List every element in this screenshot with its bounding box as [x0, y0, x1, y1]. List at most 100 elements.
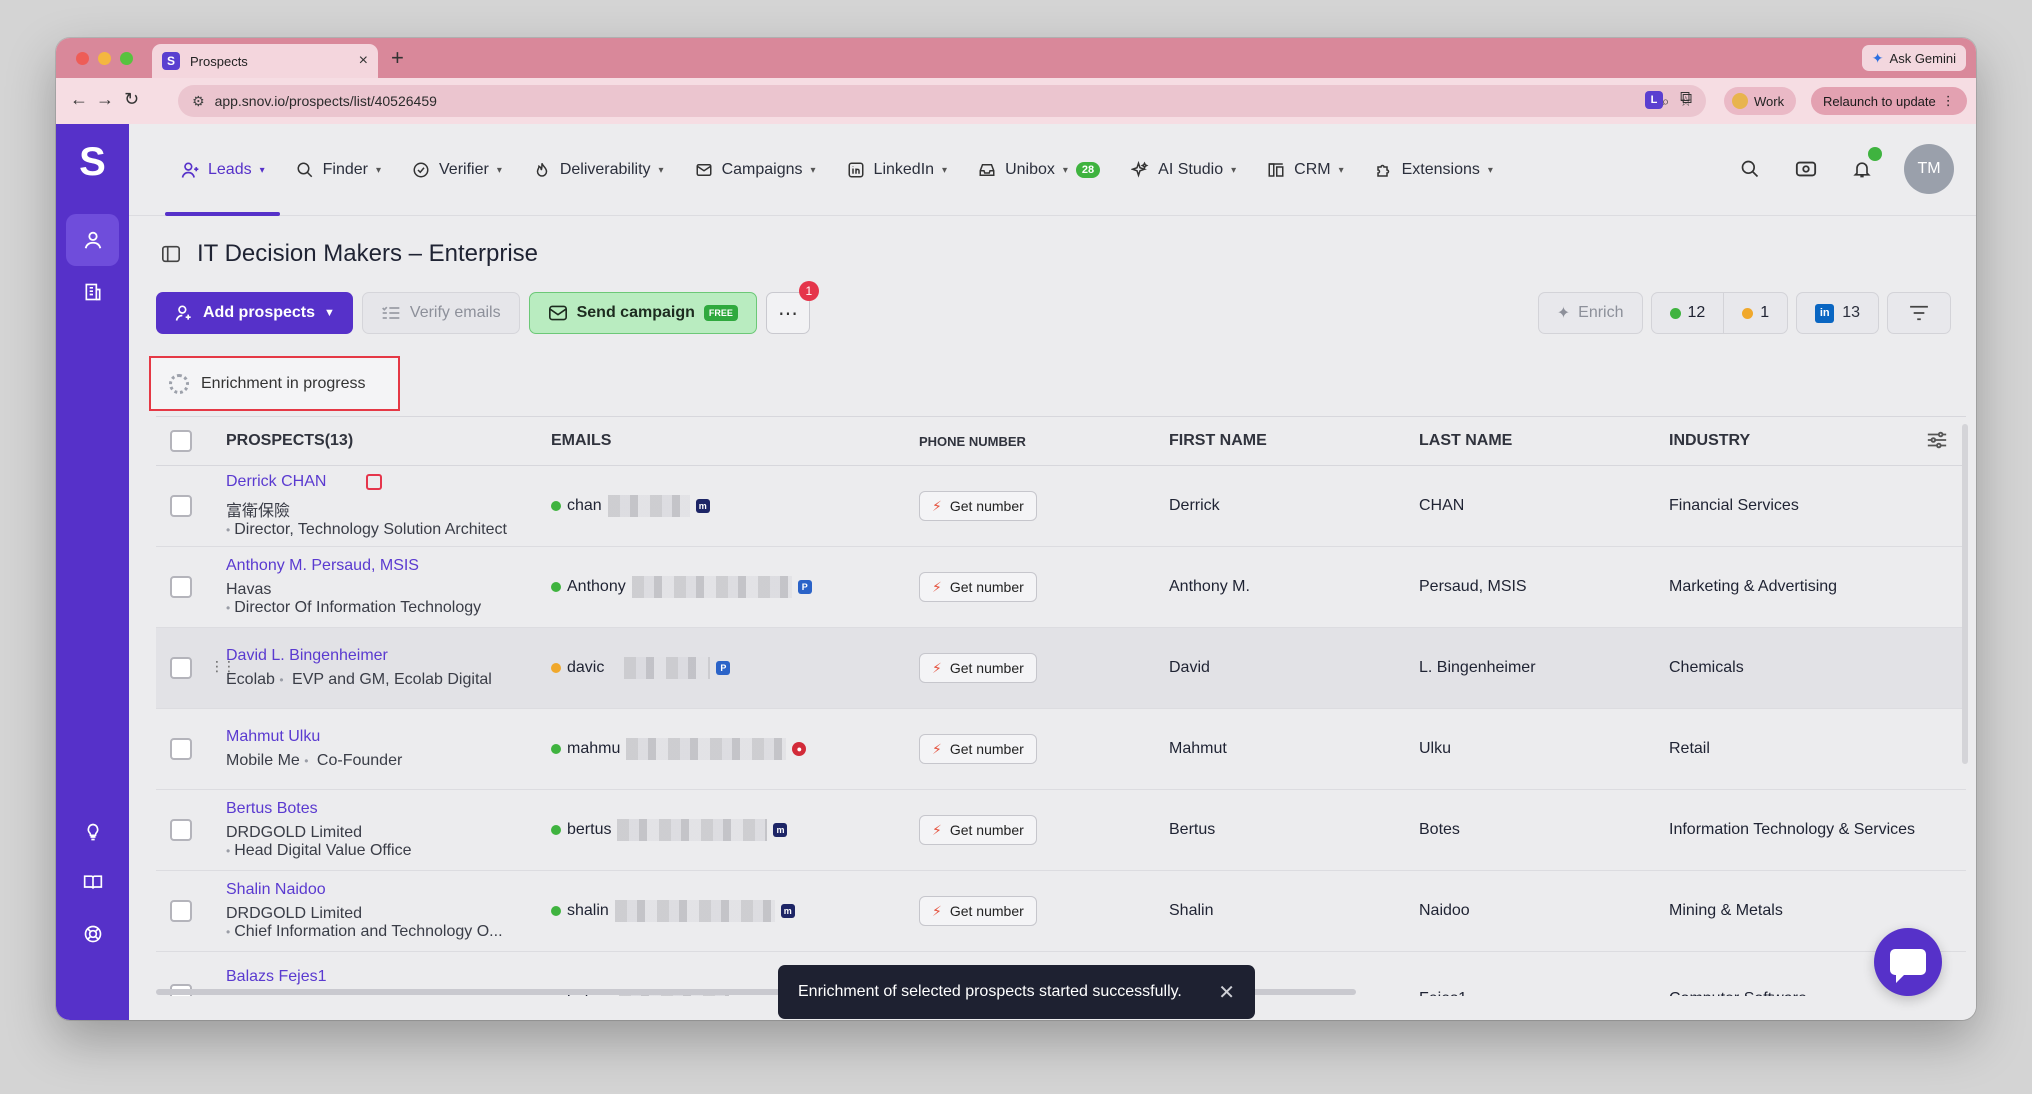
new-tab-button[interactable]: + — [391, 45, 404, 71]
site-settings-icon[interactable]: ⚙ — [192, 93, 205, 110]
chat-support-button[interactable] — [1874, 928, 1942, 996]
column-settings-icon[interactable] — [1926, 430, 1948, 453]
header-last-name[interactable]: LAST NAME — [1419, 432, 1669, 450]
bell-icon[interactable] — [1848, 147, 1882, 183]
nav-finder[interactable]: Finder ▾ — [280, 124, 396, 216]
snov-logo[interactable]: S — [56, 140, 129, 185]
row-checkbox[interactable] — [170, 576, 192, 598]
email-cell[interactable]: chan m — [551, 495, 919, 517]
sidebar-item-help[interactable] — [66, 908, 119, 960]
nav-campaigns[interactable]: Campaigns ▾ — [679, 124, 831, 216]
close-window-button[interactable] — [76, 52, 89, 65]
header-emails[interactable]: EMAILS — [551, 432, 919, 450]
search-icon[interactable] — [1736, 155, 1764, 183]
table-row[interactable]: Derrick CHAN 富衛保險 • Director, Technology … — [156, 466, 1966, 547]
forward-arrow-icon[interactable]: → — [96, 89, 114, 110]
get-number-button[interactable]: ⚡ Get number — [919, 491, 1037, 521]
chevron-down-icon: ▾ — [810, 164, 816, 176]
select-all-checkbox[interactable] — [170, 430, 192, 452]
header-phone[interactable]: PHONE NUMBER — [919, 434, 1169, 449]
vertical-scrollbar[interactable] — [1962, 424, 1968, 764]
filter-button[interactable] — [1887, 292, 1951, 334]
unverified-emails-filter[interactable]: 1 — [1723, 293, 1787, 333]
row-checkbox[interactable] — [170, 819, 192, 841]
prospect-name[interactable]: Balazs Fejes1 — [226, 968, 551, 986]
verify-emails-button[interactable]: Verify emails — [361, 292, 520, 334]
prospect-name[interactable]: Anthony M. Persaud, MSIS — [226, 557, 551, 575]
prospect-cell: Balazs Fejes1 — [226, 968, 551, 986]
extension-l-icon[interactable]: L — [1645, 91, 1663, 109]
close-icon[interactable]: ✕ — [1218, 980, 1235, 1005]
email-cell[interactable]: mahmu ● — [551, 738, 919, 760]
prospect-name-link[interactable]: Derrick CHAN — [226, 473, 551, 491]
nav-deliverability[interactable]: Deliverability ▾ — [517, 124, 679, 216]
lightning-icon: ⚡ — [932, 902, 942, 919]
header-first-name[interactable]: FIRST NAME — [1169, 432, 1419, 450]
prospect-name[interactable]: Mahmut Ulku — [226, 728, 551, 746]
get-number-button[interactable]: ⚡ Get number — [919, 572, 1037, 602]
enrichment-status-text: Enrichment in progress — [201, 374, 366, 392]
drag-handle-icon[interactable]: ⋮⋮ — [210, 658, 236, 675]
nav-leads[interactable]: Leads ▾ — [165, 124, 280, 216]
back-arrow-icon[interactable]: ← — [70, 89, 88, 110]
sidebar-item-companies[interactable] — [66, 266, 119, 318]
row-checkbox[interactable] — [170, 657, 192, 679]
sidebar-item-prospects[interactable] — [66, 214, 119, 266]
email-cell[interactable]: davic P — [551, 657, 919, 679]
contact-card-icon[interactable] — [366, 473, 383, 490]
table-row[interactable]: Mahmut Ulku Mobile Me • Co-Founder mahmu… — [156, 709, 1966, 790]
sidebar-item-ideas[interactable] — [66, 806, 119, 858]
relaunch-button[interactable]: Relaunch to update ⋮ — [1811, 87, 1967, 115]
nav-linkedin[interactable]: LinkedIn ▾ — [831, 124, 963, 216]
ask-gemini-button[interactable]: ✦ Ask Gemini — [1861, 45, 1966, 71]
sidebar-toggle-icon[interactable] — [161, 245, 181, 263]
ticket-icon[interactable] — [1792, 155, 1820, 183]
reload-icon[interactable]: ↻ — [124, 89, 139, 110]
prospect-name[interactable]: Shalin Naidoo — [226, 881, 551, 899]
email-cell[interactable]: Anthony P — [551, 576, 919, 598]
row-checkbox[interactable] — [170, 900, 192, 922]
nav-unibox[interactable]: Unibox ▾ 28 — [962, 124, 1115, 216]
email-cell[interactable]: bertus m — [551, 819, 919, 841]
prospect-name[interactable]: Bertus Botes — [226, 800, 551, 818]
get-number-button[interactable]: ⚡ Get number — [919, 815, 1037, 845]
table-row[interactable]: Anthony M. Persaud, MSIS Havas • Director… — [156, 547, 1966, 628]
more-actions-button[interactable]: ⋯ 1 — [765, 281, 819, 334]
email-text: davic — [567, 659, 605, 676]
maximize-window-button[interactable] — [120, 52, 133, 65]
linkedin-filter[interactable]: in 13 — [1796, 292, 1879, 334]
get-number-button[interactable]: ⚡ Get number — [919, 734, 1037, 764]
prospect-name[interactable]: Derrick CHAN — [226, 473, 326, 490]
header-industry[interactable]: INDUSTRY — [1669, 432, 1966, 450]
email-source-icon: m — [773, 823, 788, 837]
table-row[interactable]: ⋮⋮ David L. Bingenheimer Ecolab • EVP an… — [156, 628, 1966, 709]
minimize-window-button[interactable] — [98, 52, 111, 65]
nav-verifier-label: Verifier — [439, 161, 489, 178]
email-cell[interactable]: shalin m — [551, 900, 919, 922]
get-number-button[interactable]: ⚡ Get number — [919, 653, 1037, 683]
row-checkbox[interactable] — [170, 738, 192, 760]
enrich-button[interactable]: ✦ Enrich — [1537, 292, 1643, 334]
user-avatar[interactable]: TM — [1904, 144, 1954, 194]
extensions-puzzle-icon[interactable]: ⧉ — [1680, 88, 1692, 108]
add-prospects-button[interactable]: Add prospects ▼ — [156, 292, 353, 334]
tab-close-icon[interactable]: × — [359, 52, 368, 70]
valid-emails-filter[interactable]: 12 — [1652, 293, 1724, 333]
send-campaign-button[interactable]: Send campaign FREE — [528, 292, 757, 334]
profile-button[interactable]: Work — [1724, 87, 1797, 115]
browser-tab[interactable]: S Prospects × — [152, 44, 378, 78]
get-number-button[interactable]: ⚡ Get number — [919, 896, 1037, 926]
nav-crm[interactable]: CRM ▾ — [1251, 124, 1358, 216]
address-bar[interactable]: ⚙ app.snov.io/prospects/list/40526459 ⌕ … — [178, 85, 1706, 117]
table-row[interactable]: Shalin Naidoo DRDGOLD Limited • Chief Inf… — [156, 871, 1966, 952]
sidebar-item-knowledge[interactable] — [66, 856, 119, 908]
table-row[interactable]: Bertus Botes DRDGOLD Limited • Head Digit… — [156, 790, 1966, 871]
email-status-dot — [551, 744, 561, 754]
header-prospects[interactable]: PROSPECTS(13) — [226, 432, 551, 450]
nav-ai-studio[interactable]: AI Studio ▾ — [1115, 124, 1251, 216]
prospect-name[interactable]: David L. Bingenheimer — [226, 647, 551, 665]
email-source-icon: m — [780, 904, 795, 918]
nav-verifier[interactable]: Verifier ▾ — [396, 124, 517, 216]
nav-extensions[interactable]: Extensions ▾ — [1359, 124, 1508, 216]
row-checkbox[interactable] — [170, 495, 192, 517]
